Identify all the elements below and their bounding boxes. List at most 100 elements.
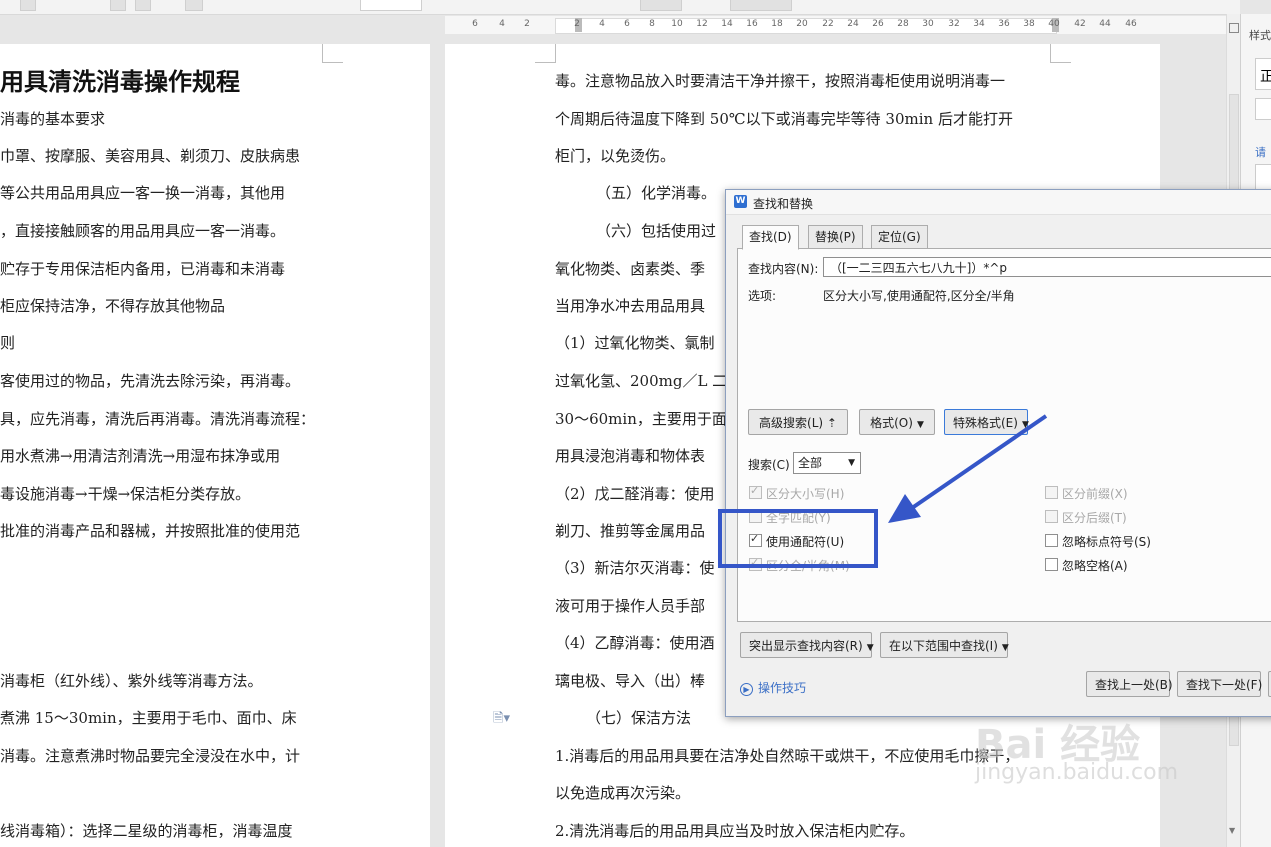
ruler-number: 22 [822,19,834,29]
body-text-line: 毒设施消毒→干燥→保洁柜分类存放。 [0,485,251,503]
format-button[interactable]: 格式(O) ▼ [859,409,935,435]
style-preview-text: 正 [1260,69,1271,85]
body-text-line: 个周期后待温度下降到 50℃以下或消毒完毕等待 30min 后才能打开 [555,110,1013,128]
whole-word-checkbox[interactable] [749,510,762,523]
wps-app-icon: W [734,195,747,208]
checkmark-icon: ✓ [750,532,760,545]
ruler-number: 32 [948,19,960,29]
special-format-button[interactable]: 特殊格式(E) ▼ [944,409,1029,435]
body-text-line: 消毒的基本要求 [0,110,106,128]
ruler-number: 12 [696,19,708,29]
search-scope-value: 全部 [798,456,823,470]
style-preview-box[interactable]: 正 [1255,58,1271,90]
body-text-line: （1）过氧化物类、氯制 [555,334,715,352]
wildcards-checkbox[interactable]: ✓ [749,532,762,547]
tab-replace[interactable]: 替换(P) [808,225,863,249]
horizontal-ruler[interactable]: 6 4 2 2 4 6 8 10 12 14 16 18 20 22 24 26 28 30 32 34 36 38 40 4… [445,16,1240,34]
toolbar-button[interactable] [730,0,792,11]
tips-link[interactable]: ▶ 操作技巧 [740,679,806,696]
body-text-line: 贮存于专用保洁柜内备用，已消毒和未消毒 [0,260,286,278]
find-replace-dialog: W 查找和替换 查找(D) 替换(P) 定位(G) 查找内容(N): （[一二三… [725,189,1271,717]
style-small-box[interactable] [1255,98,1271,120]
find-in-range-label: 在以下范围中查找(I) [889,639,998,653]
advanced-search-button[interactable]: 高级搜索(L) ⇡ [748,409,848,435]
toolbar-button[interactable] [185,0,203,11]
whole-word-label: 全字匹配(Y) [766,511,831,525]
ruler-number: 18 [771,19,783,29]
body-text-line: （五）化学消毒。 [596,184,717,202]
body-text-line: 毒。注意物品放入时要清洁干净并擦干，按照消毒柜使用说明消毒一 [555,72,1006,90]
toolbar-button[interactable] [110,0,126,11]
ruler-number: 6 [624,19,630,29]
help-icon: ▶ [740,683,753,696]
body-text-line: 1.消毒后的用品用具要在洁净处自然晾干或烘干，不应使用毛巾擦干， [555,747,1020,765]
ruler-number: 46 [1125,19,1137,29]
body-text-line: （3）新洁尔灭消毒：使 [555,559,715,577]
body-text-line: 剃刀、推剪等金属用品 [555,522,706,540]
body-text-line: 则 [0,334,16,352]
ruler-number: 2 [524,19,530,29]
body-text-line: 柜门，以免烫伤。 [555,147,676,165]
body-text-line: （七）保洁方法 [586,709,692,727]
match-width-label: 区分全/半角(M) [766,559,850,573]
match-width-checkbox[interactable]: ✓ [749,556,762,571]
highlight-results-label: 突出显示查找内容(R) [749,639,863,653]
find-input[interactable]: （[一二三四五六七八九十]）*^p [823,257,1271,277]
find-previous-button[interactable]: 查找上一处(B) [1086,671,1173,697]
body-text-line: 等公共用品用具应一客一换一消毒，其他用 [0,184,286,202]
options-label: 选项: [748,289,777,303]
ruler-number: 2 [574,19,580,29]
highlight-results-button[interactable]: 突出显示查找内容(R) ▼ [740,632,874,658]
body-text-line: （六）包括使用过 [596,222,717,240]
tab-find[interactable]: 查找(D) [742,225,799,250]
match-case-checkbox[interactable]: ✓ [749,484,762,499]
scroll-down-icon[interactable]: ▼ [1229,826,1235,835]
body-text-line: 以免造成再次污染。 [555,784,691,802]
body-text-line: 线消毒箱）：选择二星级的消毒柜，消毒温度 [0,822,293,840]
styles-panel-title: 样式 [1249,29,1271,42]
find-in-range-button[interactable]: 在以下范围中查找(I) ▼ [880,632,1009,658]
body-text-line: 璃电极、导入（出）棒 [555,672,706,690]
ruler-number: 10 [671,19,683,29]
style-hint-text[interactable]: 请 [1255,144,1266,160]
body-text-line: 液可用于操作人员手部 [555,597,706,615]
special-format-label: 特殊格式(E) [953,416,1018,430]
ignore-space-label: 忽略空格(A) [1062,559,1128,573]
body-text-line: 2.清洗消毒后的用品用具应当及时放入保洁柜内贮存。 [555,822,915,840]
toolbar-button[interactable] [360,0,422,11]
find-next-button[interactable]: 查找下一处(F) [1177,671,1262,697]
find-label: 查找内容(N): [748,262,819,276]
tips-link-label: 操作技巧 [758,681,807,695]
chevron-down-icon: ▼ [916,420,924,430]
toolbar-button[interactable] [135,0,151,11]
body-text-line: ，直接接触顾客的用品用具应一客一消毒。 [0,222,286,240]
body-text-line: 消毒。注意煮沸时物品要完全浸没在水中，计 [0,747,301,765]
ruler-number: 16 [746,19,758,29]
body-text-line: 巾罩、按摩服、美容用具、剃须刀、皮肤病患 [0,147,301,165]
ruler-number: 14 [721,19,733,29]
body-text-line: 氧化物类、卤素类、季 [555,260,706,278]
ruler-number: 34 [973,19,985,29]
ignore-punctuation-checkbox[interactable] [1045,534,1058,547]
ruler-number: 40 [1048,19,1060,29]
ignore-punctuation-label: 忽略标点符号(S) [1062,535,1151,549]
body-text-line: 用具浸泡消毒和物体表 [555,447,706,465]
match-prefix-checkbox[interactable] [1045,486,1058,499]
ruler-number: 24 [847,19,859,29]
ignore-space-checkbox[interactable] [1045,558,1058,571]
toolbar [0,0,1240,15]
panel-toggle-icon[interactable] [1229,23,1239,33]
dialog-titlebar[interactable]: W 查找和替换 [726,190,1271,215]
body-text-line: 消毒柜（红外线）、紫外线等消毒方法。 [0,672,263,690]
search-scope-select[interactable]: 全部 ▼ [793,452,861,474]
document-icon[interactable]: 🗎▾ [493,709,510,731]
match-suffix-checkbox[interactable] [1045,510,1058,523]
chevron-down-icon: ▼ [1001,643,1009,653]
tab-goto[interactable]: 定位(G) [871,225,928,249]
body-text-line: （4）乙醇消毒：使用酒 [555,634,715,652]
ruler-number: 38 [1023,19,1035,29]
dialog-title: 查找和替换 [753,197,814,211]
body-text-line: 客使用过的物品，先清洗去除污染，再消毒。 [0,372,301,390]
toolbar-button[interactable] [640,0,682,11]
toolbar-button[interactable] [20,0,36,11]
